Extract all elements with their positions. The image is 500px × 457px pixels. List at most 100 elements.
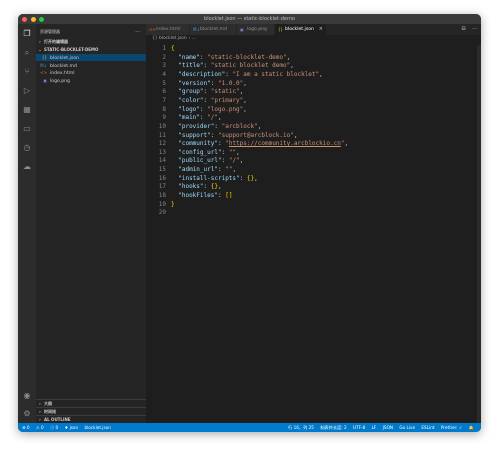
- line-number: 7: [162, 96, 166, 104]
- file-tree-item[interactable]: <> index.html: [36, 69, 146, 76]
- extensions-icon[interactable]: ▦: [22, 105, 32, 115]
- code-token: "description": [178, 70, 226, 78]
- code-line: 12 "community": "https://community.arcbl…: [146, 140, 481, 149]
- code-text: "provider": "arcblock",: [171, 123, 261, 132]
- code-text: "name": "static-blocklet-demo",: [171, 54, 290, 63]
- code-line: 5 "version": "1.0.0",: [146, 80, 481, 89]
- code-token: "": [228, 148, 237, 156]
- breadcrumb-more[interactable]: › ...: [189, 36, 196, 41]
- code-text: "title": "static blocklet demo",: [171, 62, 294, 71]
- language-breadcrumb[interactable]: ♦ json: [64, 425, 78, 430]
- editor-tab[interactable]: <> index.html: [146, 24, 190, 35]
- activity-bar: ❐ ⌕ ⑂ ▷ ▦ ▭ ◷ ☁ ◉ ⚙: [18, 24, 36, 423]
- file-name: index.html: [50, 71, 75, 76]
- line-number: 8: [162, 105, 166, 113]
- explorer-title: 资源管理器: [40, 29, 60, 34]
- outline-section[interactable]: › 大纲: [36, 399, 146, 407]
- code-line: 20: [146, 209, 481, 218]
- encoding-status[interactable]: UTF-8: [353, 425, 365, 430]
- explorer-more-button[interactable]: ···: [135, 28, 140, 36]
- source-control-icon[interactable]: ⑂: [22, 67, 32, 77]
- line-number: 5: [162, 79, 166, 87]
- code-text: "description": "I am a static blocklet",: [171, 71, 323, 80]
- breadcrumb-file[interactable]: {} blocklet.json: [152, 36, 187, 41]
- code-text: {: [171, 45, 175, 54]
- status-left: ⊗ 0 ⚠ 0 ⓘ 0 ♦ json blocklet.json: [22, 423, 116, 432]
- status-right: 行 16，列 25 制表符长度: 2 UTF-8 LF JSON Go Live…: [288, 423, 479, 432]
- minimize-window-button[interactable]: [30, 16, 36, 22]
- eslint-status[interactable]: ESLint: [421, 425, 434, 430]
- editor-tab[interactable]: {} blocklet.json ×: [275, 24, 327, 35]
- tab-bar: <> index.html M↓ blocklet.md ▣ logo.png{} bloc…: [146, 24, 481, 35]
- more-actions-icon[interactable]: ···: [472, 26, 477, 32]
- errors-status[interactable]: ⊗ 0: [22, 425, 30, 430]
- code-line: 10 "provider": "arcblock",: [146, 123, 481, 132]
- editor-tab[interactable]: M↓ blocklet.md: [190, 24, 237, 35]
- code-line: 8 "logo": "logo.png",: [146, 106, 481, 115]
- al-outline-section[interactable]: › AL OUTLINE: [36, 415, 146, 423]
- code-line: 7 "color": "primary",: [146, 97, 481, 106]
- file-breadcrumb[interactable]: blocklet.json: [84, 425, 110, 430]
- indentation-status[interactable]: 制表符长度: 2: [320, 425, 346, 430]
- code-token: "community": [178, 140, 218, 148]
- breadcrumb: {} blocklet.json › ...: [146, 35, 481, 43]
- code-text: "public_url": "/",: [171, 157, 243, 166]
- timeline-section[interactable]: › 时间线: [36, 407, 146, 415]
- docker-icon[interactable]: ☁: [22, 162, 32, 172]
- file-tree-item[interactable]: M↓ blocklet.md: [36, 62, 146, 69]
- file-type-icon: M↓: [193, 27, 200, 32]
- info-status[interactable]: ⓘ 0: [50, 425, 58, 430]
- notifications-icon[interactable]: 🔔: [469, 425, 474, 430]
- line-number: 17: [158, 183, 166, 191]
- editor-area: <> index.html M↓ blocklet.md ▣ logo.png{} bloc…: [146, 24, 481, 423]
- code-token: ,: [243, 96, 247, 104]
- code-text: "main": "/",: [171, 114, 222, 123]
- vertical-scrollbar[interactable]: [477, 45, 481, 423]
- code-token: :: [203, 62, 211, 70]
- code-text: "version": "1.0.0",: [171, 80, 247, 89]
- line-number: 12: [158, 140, 166, 148]
- close-tab-icon[interactable]: ×: [319, 24, 323, 35]
- settings-gear-icon[interactable]: ⚙: [22, 409, 32, 419]
- zoom-window-button[interactable]: [39, 16, 45, 22]
- line-number: 2: [162, 53, 166, 61]
- code-token: ,: [218, 114, 222, 122]
- code-text: "group": "static",: [171, 88, 243, 97]
- code-token: "logo.png": [207, 105, 244, 113]
- split-editor-icon[interactable]: ⊟: [461, 26, 465, 32]
- open-editors-section[interactable]: › 打开的编辑器: [36, 38, 146, 45]
- code-token: :: [221, 148, 229, 156]
- line-number: 6: [162, 88, 166, 96]
- code-token: "static": [210, 88, 240, 96]
- code-text: "logo": "logo.png",: [171, 106, 247, 115]
- files-icon[interactable]: ❐: [22, 29, 32, 39]
- file-name: blocklet.json: [50, 56, 79, 61]
- code-token: "public_url": [178, 157, 222, 165]
- warnings-status[interactable]: ⚠ 0: [36, 425, 44, 430]
- folder-section[interactable]: ⌄ STATIC-BLOCKLET-DEMO: [36, 46, 146, 53]
- code-token: "install-scripts": [178, 174, 240, 182]
- code-token: ,: [344, 140, 349, 148]
- language-mode-status[interactable]: JSON: [383, 425, 393, 430]
- code-token: ,: [257, 122, 262, 130]
- cursor-position-status[interactable]: 行 16，列 25: [288, 425, 314, 430]
- code-text: "community": "https://community.arcblock…: [171, 140, 348, 149]
- close-window-button[interactable]: [22, 16, 27, 22]
- remote-explorer-icon[interactable]: ▭: [22, 124, 32, 134]
- code-token: ,: [232, 166, 237, 174]
- code-line: 19}: [146, 201, 481, 210]
- code-token[interactable]: https://community.arcblockio.cn: [229, 140, 341, 147]
- prettier-status[interactable]: Prettier: ✓: [441, 425, 463, 430]
- search-icon[interactable]: ⌕: [22, 48, 32, 58]
- run-debug-icon[interactable]: ▷: [22, 86, 32, 96]
- file-tree-item[interactable]: {} blocklet.json: [36, 54, 146, 61]
- go-live-button[interactable]: Go Live: [399, 425, 415, 430]
- eol-status[interactable]: LF: [372, 425, 377, 430]
- timeline-icon[interactable]: ◷: [22, 143, 32, 153]
- code-token: :: [203, 96, 211, 104]
- editor-tab[interactable]: ▣ logo.png: [237, 24, 275, 35]
- account-icon[interactable]: ◉: [22, 391, 32, 401]
- line-number: 10: [158, 122, 166, 130]
- file-tree-item[interactable]: ▣ logo.png: [36, 77, 146, 84]
- code-line: 14 "public_url": "/",: [146, 157, 481, 166]
